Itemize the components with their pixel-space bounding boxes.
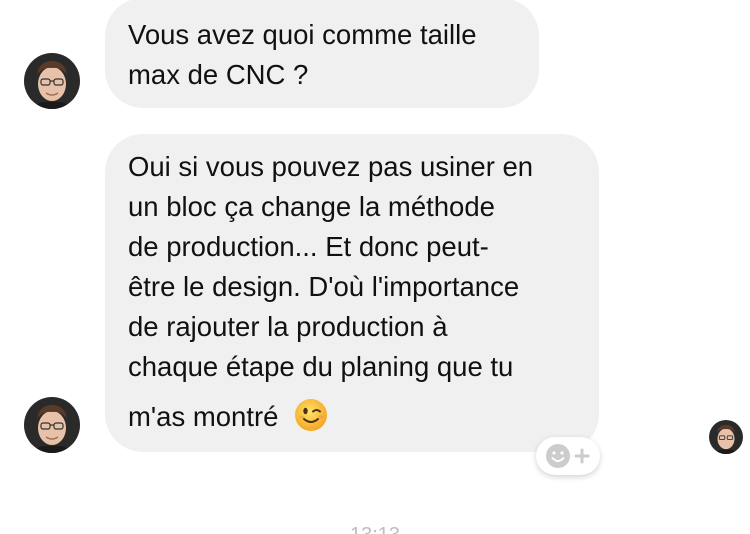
message-text-line: Oui si vous pouvez pas usiner en bbox=[128, 151, 534, 182]
message-text-line: un bloc ça change la méthode bbox=[128, 191, 495, 222]
add-reaction-icon bbox=[546, 444, 590, 468]
sender-avatar[interactable] bbox=[24, 397, 80, 453]
message-bubble-2[interactable]: Oui si vous pouvez pas usiner en un bloc… bbox=[105, 134, 599, 452]
sender-avatar[interactable] bbox=[24, 53, 80, 109]
message-text-line: de production... Et donc peut- bbox=[128, 231, 489, 262]
message-text-line: Vous avez quoi comme taille bbox=[128, 19, 477, 50]
winking-face-emoji bbox=[294, 398, 328, 432]
read-receipt-avatar-icon bbox=[709, 420, 743, 454]
message-text-line: m'as montré bbox=[128, 401, 279, 432]
message-text-line: max de CNC ? bbox=[128, 59, 309, 90]
add-reaction-button[interactable] bbox=[536, 437, 600, 475]
message-bubble-1[interactable]: Vous avez quoi comme taille max de CNC ? bbox=[105, 0, 539, 108]
chat-thread: Vous avez quoi comme taille max de CNC ?… bbox=[0, 0, 750, 534]
message-timestamp: 13:13 bbox=[0, 524, 750, 534]
message-text-line: de rajouter la production à bbox=[128, 311, 448, 342]
message-text-line: chaque étape du planing que tu bbox=[128, 351, 514, 382]
message-text-line: être le design. D'où l'importance bbox=[128, 271, 520, 302]
